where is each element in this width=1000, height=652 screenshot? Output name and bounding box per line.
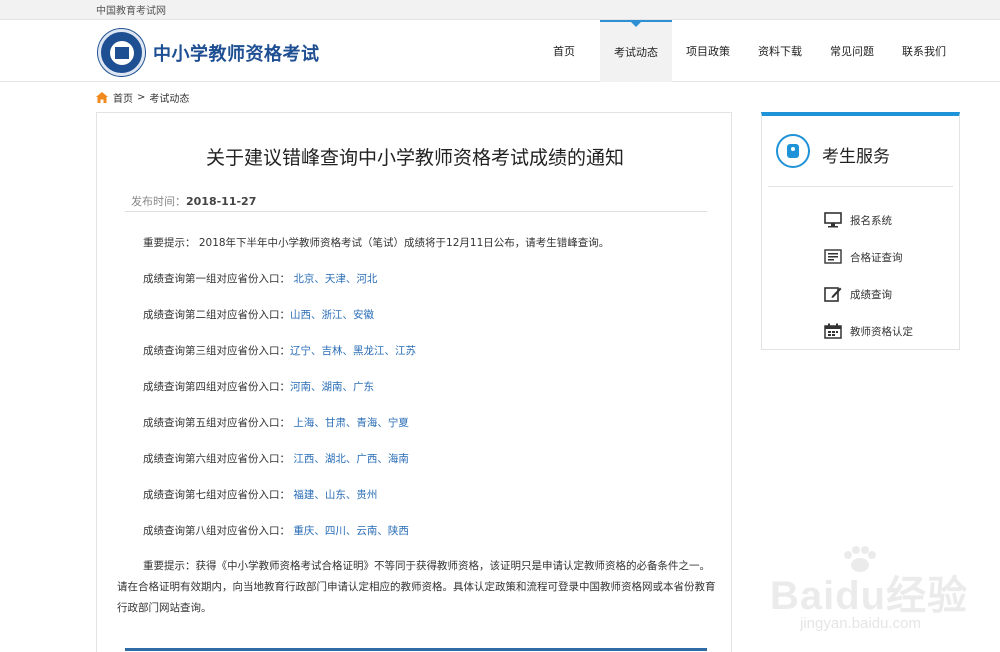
group-label: 成绩查询第八组对应省份入口： — [143, 525, 290, 537]
service-icon — [776, 134, 810, 168]
certificate-icon — [824, 249, 842, 264]
publish-date: 2018-11-27 — [186, 195, 257, 208]
group-link[interactable]: 辽宁、吉林、黑龙江、江苏 — [290, 345, 416, 357]
group-link[interactable]: 北京、天津、河北 — [290, 273, 377, 285]
home-icon — [96, 92, 108, 103]
sidebar-item-label: 成绩查询 — [850, 288, 892, 301]
intro-notice: 重要提示： 2018年下半年中小学教师资格考试（笔试）成绩将于12月11日公布，… — [143, 237, 610, 249]
group-link[interactable]: 山西、浙江、安徽 — [290, 309, 374, 321]
group-label: 成绩查询第六组对应省份入口： — [143, 453, 290, 465]
baidu-watermark: Baidu经验 jingyan.baidu.com — [770, 545, 995, 645]
watermark-brand: Baidu经验 — [770, 574, 969, 618]
logo-inner — [110, 41, 134, 65]
group-row: 成绩查询第三组对应省份入口：辽宁、吉林、黑龙江、江苏 — [143, 343, 416, 358]
service-sidebar: 考生服务 报名系统 合格证查询 成绩查询 教师资格认定 — [761, 112, 960, 350]
monitor-icon — [824, 212, 842, 228]
nav-faq[interactable]: 常见问题 — [816, 20, 888, 82]
group-link[interactable]: 江西、湖北、广西、海南 — [290, 453, 409, 465]
group-label: 成绩查询第四组对应省份入口： — [143, 381, 290, 393]
publish-info: 发布时间：2018-11-27 — [131, 193, 256, 209]
sidebar-item-registration[interactable]: 报名系统 — [824, 212, 892, 228]
group-link[interactable]: 福建、山东、贵州 — [290, 489, 377, 501]
edit-icon — [824, 287, 842, 302]
group-link[interactable]: 重庆、四川、云南、陕西 — [290, 525, 409, 537]
group-row: 成绩查询第四组对应省份入口：河南、湖南、广东 — [143, 379, 374, 394]
logo-emblem[interactable] — [98, 29, 145, 76]
group-link[interactable]: 上海、甘肃、青海、宁夏 — [290, 417, 409, 429]
site-link[interactable]: 中国教育考试网 — [96, 2, 166, 17]
book-icon — [115, 47, 129, 59]
group-label: 成绩查询第二组对应省份入口： — [143, 309, 290, 321]
sidebar-item-certification[interactable]: 教师资格认定 — [824, 323, 913, 339]
group-row: 成绩查询第一组对应省份入口： 北京、天津、河北 — [143, 271, 377, 286]
breadcrumb-current[interactable]: 考试动态 — [149, 90, 189, 105]
nav-downloads[interactable]: 资料下载 — [744, 20, 816, 82]
breadcrumb-home[interactable]: 首页 — [113, 90, 133, 105]
group-row: 成绩查询第五组对应省份入口： 上海、甘肃、青海、宁夏 — [143, 415, 409, 430]
site-header: 中小学教师资格考试 首页 考试动态 项目政策 资料下载 常见问题 联系我们 — [0, 20, 1000, 82]
site-name[interactable]: 中小学教师资格考试 — [153, 40, 320, 66]
top-bar: 中国教育考试网 — [0, 0, 1000, 20]
publish-label: 发布时间： — [131, 195, 186, 208]
group-row: 成绩查询第七组对应省份入口： 福建、山东、贵州 — [143, 487, 377, 502]
important-notice: 重要提示：获得《中小学教师资格考试合格证明》不等同于获得教师资格，该证明只是申请… — [117, 560, 716, 614]
main-nav: 首页 考试动态 项目政策 资料下载 常见问题 联系我们 — [528, 20, 960, 82]
watermark-url: jingyan.baidu.com — [800, 615, 921, 632]
sidebar-item-label: 报名系统 — [850, 214, 892, 227]
nav-policy[interactable]: 项目政策 — [672, 20, 744, 82]
sidebar-divider — [768, 186, 953, 187]
breadcrumb: 首页 > 考试动态 — [96, 90, 189, 105]
sidebar-item-label: 教师资格认定 — [850, 325, 913, 338]
calendar-icon — [824, 323, 842, 339]
nav-contact[interactable]: 联系我们 — [888, 20, 960, 82]
group-label: 成绩查询第五组对应省份入口： — [143, 417, 290, 429]
group-link[interactable]: 河南、湖南、广东 — [290, 381, 374, 393]
article-panel: 关于建议错峰查询中小学教师资格考试成绩的通知 发布时间：2018-11-27 重… — [96, 112, 732, 652]
group-label: 成绩查询第七组对应省份入口： — [143, 489, 290, 501]
title-divider — [125, 211, 707, 212]
sidebar-item-label: 合格证查询 — [850, 251, 903, 264]
article-title: 关于建议错峰查询中小学教师资格考试成绩的通知 — [205, 147, 624, 169]
nav-home[interactable]: 首页 — [528, 20, 600, 82]
group-row: 成绩查询第二组对应省份入口：山西、浙江、安徽 — [143, 307, 374, 322]
group-row: 成绩查询第六组对应省份入口： 江西、湖北、广西、海南 — [143, 451, 409, 466]
sidebar-item-certificate[interactable]: 合格证查询 — [824, 249, 903, 265]
group-label: 成绩查询第一组对应省份入口： — [143, 273, 290, 285]
group-row: 成绩查询第八组对应省份入口： 重庆、四川、云南、陕西 — [143, 523, 409, 538]
group-label: 成绩查询第三组对应省份入口： — [143, 345, 290, 357]
nav-exam-news[interactable]: 考试动态 — [600, 20, 672, 82]
sidebar-item-scores[interactable]: 成绩查询 — [824, 286, 892, 302]
sidebar-title: 考生服务 — [822, 147, 890, 167]
id-card-icon — [787, 144, 799, 158]
breadcrumb-separator: > — [137, 92, 146, 103]
